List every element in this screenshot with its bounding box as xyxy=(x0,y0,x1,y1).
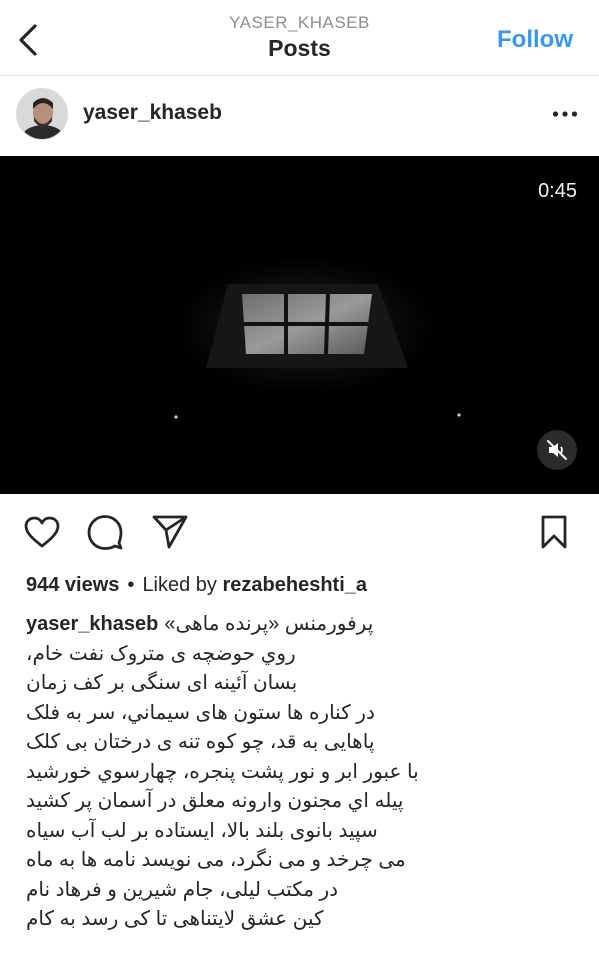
caption-line: می چرخد و می نگرد، می نویسد نامه ها به م… xyxy=(26,849,406,871)
post-stats: 944 views • Liked by rezabeheshti_a xyxy=(26,572,367,598)
avatar-image xyxy=(17,89,67,139)
top-bar: YASER_KHASEB Posts Follow xyxy=(0,0,599,76)
liked-by-user[interactable]: rezabeheshti_a xyxy=(223,574,368,596)
ellipsis-icon xyxy=(552,111,578,117)
like-button[interactable] xyxy=(22,512,62,552)
post-author-username[interactable]: yaser_khaseb xyxy=(83,101,222,125)
caption-line: در مکتب لیلی، جام شیرین و فرهاد نام xyxy=(26,878,339,901)
avatar[interactable] xyxy=(16,88,68,140)
video-timer: 0:45 xyxy=(538,180,577,202)
caption-line: بسان آئینه ای سنگی بر کف زمان xyxy=(26,672,298,694)
send-icon xyxy=(152,515,188,549)
caption-line: پیله اي مجنون وارونه معلق در آسمان پر کش… xyxy=(26,790,404,812)
stats-separator: • xyxy=(127,574,135,596)
caption-line: با عبور ابر و نور پشت پنجره، چهارسوي خور… xyxy=(26,760,419,783)
follow-button[interactable]: Follow xyxy=(497,26,573,54)
caption-line: در کناره ها ستون های سیماني، سر به فلک xyxy=(26,701,375,724)
caption-username[interactable]: yaser_khaseb xyxy=(26,613,158,635)
liked-by-prefix: Liked by xyxy=(142,574,217,596)
header-titles: YASER_KHASEB Posts xyxy=(150,12,449,62)
save-button[interactable] xyxy=(534,512,574,552)
comment-icon xyxy=(87,515,123,550)
more-options-button[interactable] xyxy=(549,98,581,130)
share-button[interactable] xyxy=(150,512,190,552)
header-username: YASER_KHASEB xyxy=(229,13,370,32)
post-actions xyxy=(0,494,599,568)
post-author-row: yaser_khaseb xyxy=(0,76,599,156)
post-video[interactable]: 0:45 xyxy=(0,156,599,494)
caption-lines: روي حوضچه ی متروک نفت خام، بسان آئینه ای … xyxy=(26,640,466,935)
mute-toggle-button[interactable] xyxy=(537,430,577,470)
video-frame xyxy=(0,156,599,494)
bookmark-icon xyxy=(541,515,567,549)
view-count[interactable]: 944 views xyxy=(26,574,119,596)
caption-first-line: yaser_khaseb پرفورمنس «پرنده ماهی» xyxy=(26,610,466,640)
caption-line: سپید بانوی بلند بالا، ایستاده بر لب آب س… xyxy=(26,819,378,842)
caption-line: پاهایی به قد، چو کوه تنه ی درختان بی کلک xyxy=(26,731,375,753)
post-caption: yaser_khaseb پرفورمنس «پرنده ماهی» روي حو… xyxy=(26,610,466,935)
back-button[interactable] xyxy=(8,20,48,60)
caption-line: روي حوضچه ی متروک نفت خام، xyxy=(26,642,296,665)
chevron-left-icon xyxy=(19,24,37,56)
comment-button[interactable] xyxy=(85,512,125,552)
caption-line: کین عشق لایتناهی تا کی رسد به کام xyxy=(26,908,324,930)
caption-title: پرفورمنس «پرنده ماهی» xyxy=(164,613,374,635)
speaker-muted-icon xyxy=(547,440,567,460)
heart-icon xyxy=(24,516,60,548)
page-title: Posts xyxy=(268,35,331,61)
